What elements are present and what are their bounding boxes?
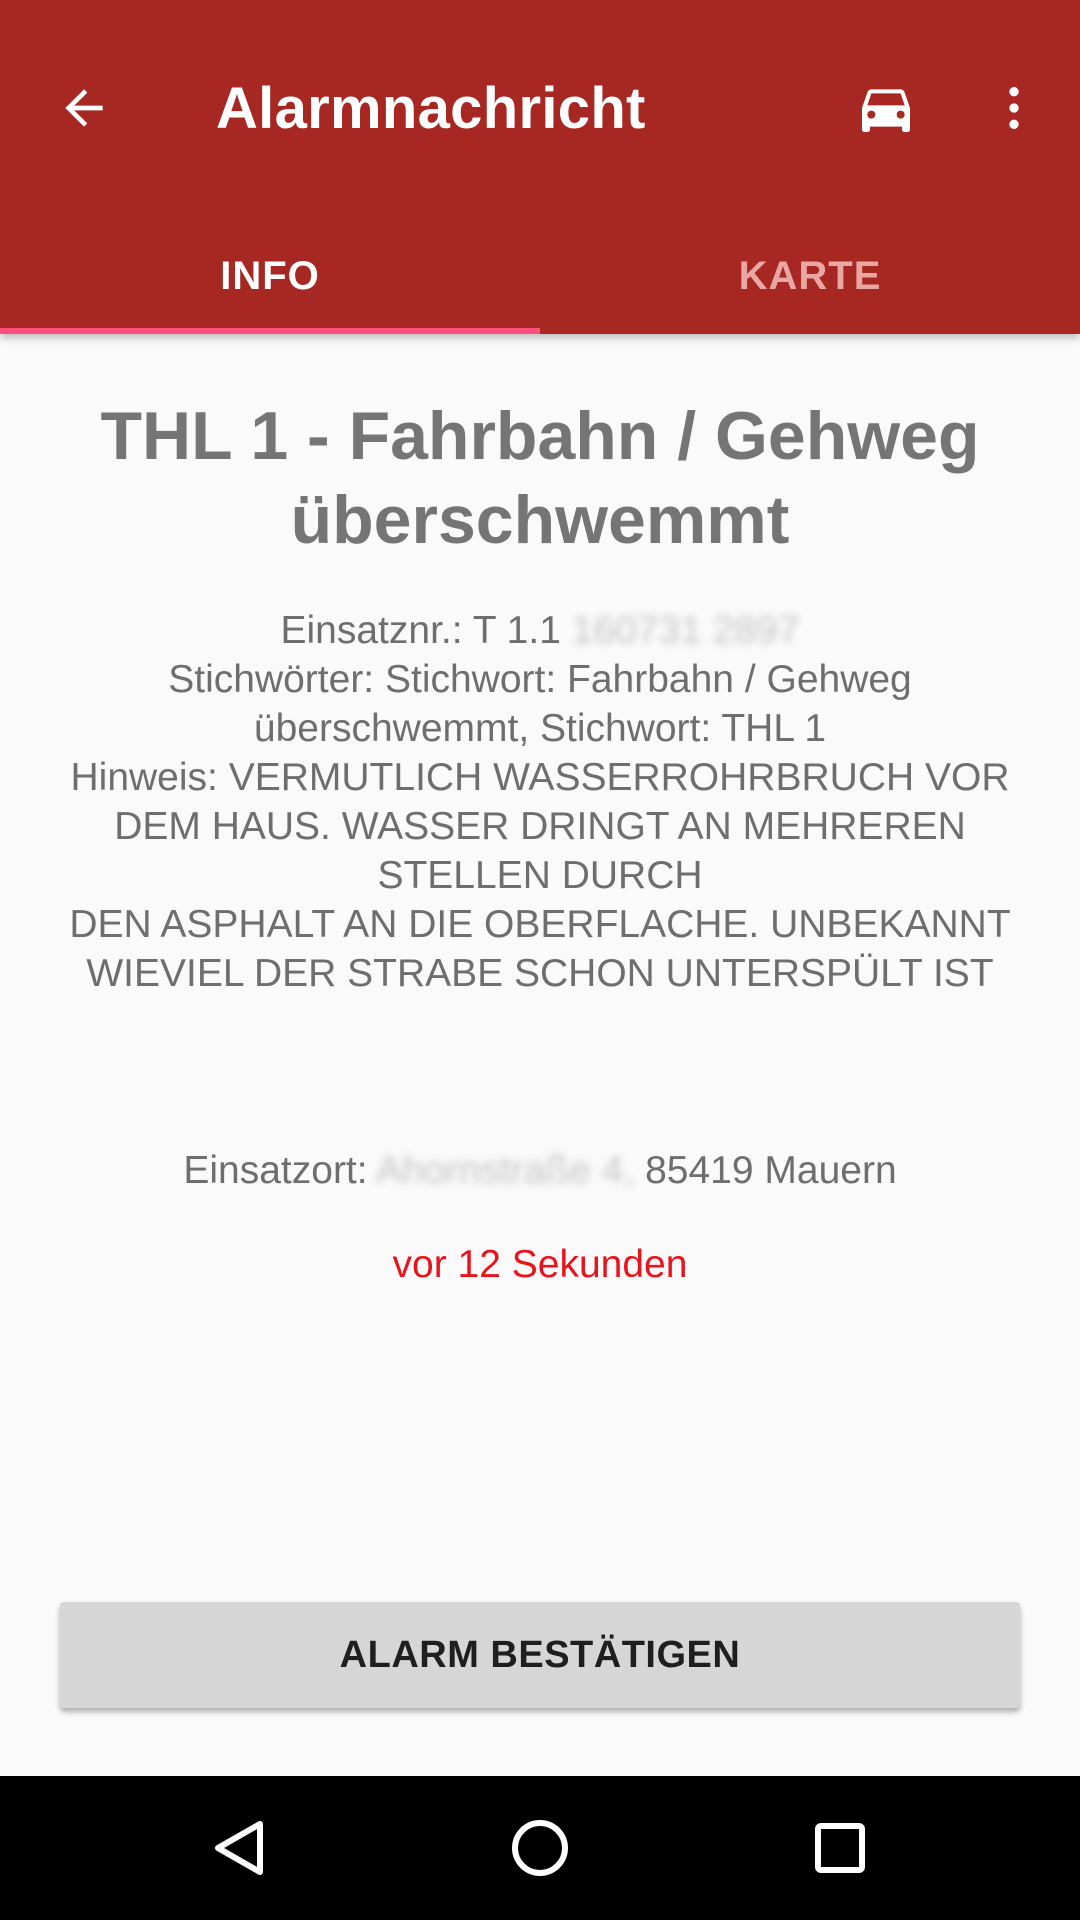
system-nav-bar [0,1776,1080,1920]
hinweis-text-2: DEN ASPHALT AN DIE OBERFLACHE. UNBEKANNT… [69,903,1011,995]
einsatzort-line: Einsatzort: Ahornstraße 4, 85419 Mauern [40,1146,1040,1196]
stichwoerter-text: Stichwörter: Stichwort: Fahrbahn / Gehwe… [168,658,912,750]
einsatzort-label: Einsatzort: [183,1149,368,1192]
nav-home-button[interactable] [490,1798,590,1898]
alarm-info-panel: THL 1 - Fahrbahn / Gehweg überschwemmt E… [0,334,1080,1776]
nav-recents-button[interactable] [790,1798,890,1898]
tab-indicator [0,328,540,334]
einsatznr-label: Einsatznr.: T 1.1 [280,609,561,652]
alarm-headline: THL 1 - Fahrbahn / Gehweg überschwemmt [100,398,980,558]
nav-recents-icon [815,1823,865,1873]
einsatzort-city: 85419 Mauern [645,1149,897,1192]
arrow-back-icon [65,89,103,127]
more-options-button[interactable] [964,58,1064,158]
nav-back-icon [215,1821,263,1875]
hinweis-text-1: Hinweis: VERMUTLICH WASSERROHRBRUCH VOR … [70,756,1010,897]
einsatzort-redacted: Ahornstraße 4, [376,1149,635,1192]
more-vert-icon [1009,87,1019,129]
confirm-alarm-button[interactable]: ALARM BESTÄTIGEN [60,1602,1020,1708]
alarm-details: Einsatznr.: T 1.1 160731 2897 Stichwörte… [40,606,1040,998]
screen: Alarmnachricht INFO KARTE THL 1 - Fahrba… [0,0,1080,1920]
car-icon [862,89,910,132]
tab-info[interactable]: INFO [0,218,540,334]
toolbar: Alarmnachricht [0,0,1080,218]
einsatznr-line: Einsatznr.: T 1.1 160731 2897 [40,606,1040,655]
nav-home-icon [512,1820,568,1876]
back-button[interactable] [34,58,134,158]
tab-bar: INFO KARTE [0,218,1080,334]
alarm-time-ago: vor 12 Sekunden [392,1243,688,1286]
vehicle-button[interactable] [836,58,936,158]
page-title: Alarmnachricht [216,76,646,141]
nav-back-button[interactable] [190,1798,290,1898]
app-bar: Alarmnachricht INFO KARTE [0,0,1080,334]
einsatznr-redacted: 160731 2897 [571,609,800,652]
tab-karte[interactable]: KARTE [540,218,1080,334]
